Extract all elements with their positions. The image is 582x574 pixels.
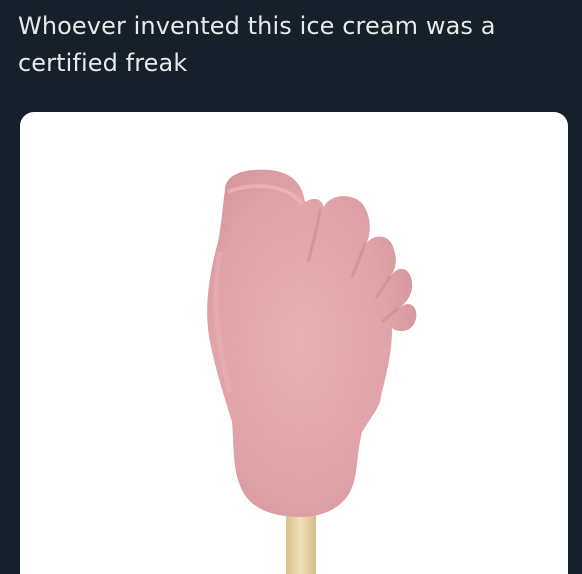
- tweet-text-line-1: Whoever invented this ice cream was a: [18, 12, 496, 40]
- foot-shaped-ice-cream: [207, 169, 417, 517]
- tweet-media-image[interactable]: [20, 112, 568, 574]
- tweet-post: Whoever invented this ice cream was a ce…: [0, 0, 582, 574]
- tweet-text: Whoever invented this ice cream was a ce…: [18, 8, 563, 82]
- tweet-text-line-2: certified freak: [18, 49, 188, 77]
- foot-ice-cream-photo: [207, 169, 417, 574]
